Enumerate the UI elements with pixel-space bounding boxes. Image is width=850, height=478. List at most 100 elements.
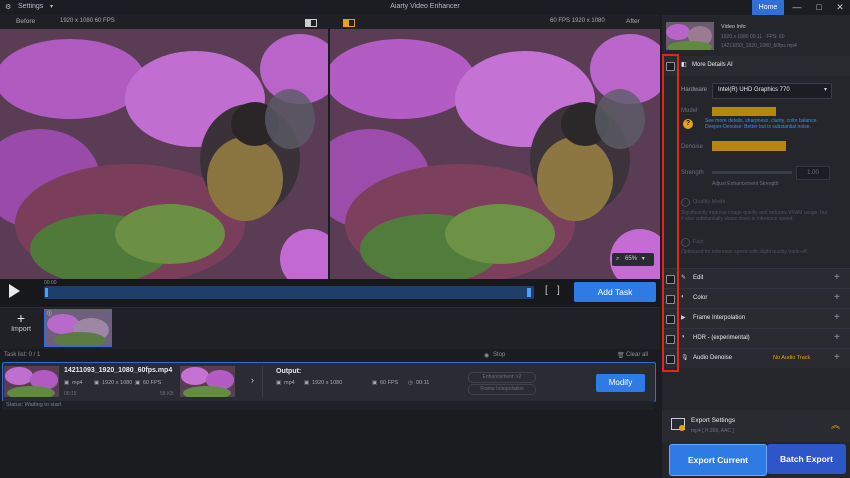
output-format: mp4 (284, 380, 295, 386)
after-resolution: 60 FPS 1920 x 1080 (550, 18, 605, 24)
strength-label: Strength (681, 170, 704, 176)
trash-icon[interactable]: 🗑 (617, 352, 625, 359)
task-source-thumbnail (4, 366, 59, 397)
denoise-label: Denoise (681, 144, 704, 150)
palette-icon: ◐ (681, 294, 685, 300)
video-info-title: Video Info (721, 24, 746, 30)
video-info-specs: 1920 x 1080 00:11 · FPS: 60 (721, 34, 785, 40)
expand-plus-icon[interactable]: + (834, 352, 840, 363)
resolution-icon: ▣ (304, 380, 310, 386)
maximize-button[interactable]: □ (808, 0, 830, 15)
output-duration: 00:11 (416, 380, 430, 386)
before-resolution: 1920 x 1080 60 FPS (60, 18, 115, 24)
double-chevron-up-icon[interactable]: ︽ (831, 418, 840, 431)
export-settings-panel[interactable]: Export Settings mp4 [ H.265, AAC ] ︽ (662, 410, 850, 442)
frames-icon: ▶ (681, 315, 686, 321)
microphone-icon: 🎙 (681, 355, 689, 361)
output-resolution: 1920 x 1080 (312, 380, 343, 386)
batch-export-button[interactable]: Batch Export (767, 444, 846, 474)
section-hdr[interactable]: ◑ HDR - (experimental) + (662, 328, 850, 348)
strength-value[interactable]: 1.00 (796, 166, 830, 180)
video-info-thumbnail (666, 22, 714, 50)
task-output-thumbnail (180, 366, 235, 397)
source-format: mp4 (72, 380, 83, 386)
zoom-level: 65% (625, 256, 638, 262)
app-title: Aiarty Video Enhancer (390, 3, 460, 10)
close-button[interactable]: ✕ (829, 0, 850, 15)
model-label: Model (681, 108, 698, 114)
more-details-section[interactable] (662, 56, 850, 76)
add-task-button[interactable]: Add Task (574, 282, 656, 302)
after-image (330, 29, 660, 279)
output-fps: 60 FPS (380, 380, 399, 386)
fps-icon: ▣ (372, 380, 378, 386)
quality-mode-desc: Significantly improve image quality and … (681, 210, 828, 222)
section-label: Color (693, 295, 708, 301)
resolution-icon: ▣ (94, 380, 100, 386)
media-thumbnail[interactable] (44, 309, 112, 347)
export-settings-summary: mp4 [ H.265, AAC ] (691, 428, 734, 434)
denoise-bar[interactable] (712, 141, 786, 151)
section-color[interactable]: ◐ Color + (662, 288, 850, 308)
expand-plus-icon[interactable]: + (834, 312, 840, 323)
chip-enhancement: Enhancement: x2 (468, 372, 536, 383)
play-icon[interactable] (9, 284, 20, 298)
split-view-icon[interactable] (305, 19, 317, 27)
section-frame-interpolation[interactable]: ▶ Frame Interpolation + (662, 308, 850, 328)
import-button[interactable]: + Import (4, 310, 38, 346)
section-label: HDR - (experimental) (693, 335, 750, 341)
expand-plus-icon[interactable]: + (834, 292, 840, 303)
quality-mode-radio[interactable] (681, 198, 690, 207)
set-in-point[interactable]: [ (545, 285, 548, 296)
chip-frame-interpolation: Frame Interpolation (468, 384, 536, 395)
chevron-right-icon: › (251, 375, 254, 385)
help-icon[interactable]: ? (683, 119, 693, 129)
fast-mode-desc: Optimized for inference speed with sligh… (681, 249, 809, 255)
model-hint[interactable]: See more details, sharpness, clarity, co… (705, 118, 833, 134)
video-icon: ▣ (64, 380, 70, 386)
task-list-empty-area (0, 411, 660, 478)
source-duration: 00:15 (64, 391, 77, 397)
title-bar: ⚙ Settings ▾ Aiarty Video Enhancer Home … (0, 0, 850, 15)
after-label: After (626, 18, 640, 25)
section-audio-denoise[interactable]: 🎙 Audio Denoise No Audio Track + (662, 348, 850, 368)
settings-badge-icon (679, 425, 685, 431)
task-count: Task list: 0 / 1 (4, 352, 41, 358)
expand-plus-icon[interactable]: + (834, 332, 840, 343)
side-by-side-icon[interactable] (343, 19, 355, 27)
before-preview (0, 29, 328, 279)
section-label: Frame Interpolation (693, 315, 746, 321)
ai-enhance-icon: ◧ (681, 62, 687, 68)
strength-slider[interactable] (712, 171, 792, 174)
model-bar[interactable] (712, 107, 776, 116)
export-current-button[interactable]: Export Current (669, 444, 767, 476)
home-button[interactable]: Home (752, 0, 784, 15)
modify-button[interactable]: Modify (596, 374, 645, 392)
fps-icon: ▣ (135, 380, 141, 386)
divider (262, 366, 263, 397)
fast-mode-radio[interactable] (681, 238, 690, 247)
zoom-control[interactable]: ⌕ 65% ▾ (612, 253, 654, 266)
stop-icon[interactable]: ◉ (484, 352, 489, 359)
expand-plus-icon[interactable]: + (834, 272, 840, 283)
task-filename: 14211093_1920_1080_60fps.mp4 (64, 367, 173, 374)
preview-label-bar: Before 1920 x 1080 60 FPS 60 FPS 1920 x … (0, 15, 660, 29)
zoom-search-icon: ⌕ (616, 256, 620, 262)
trim-end-handle[interactable] (527, 288, 531, 297)
hardware-label: Hardware (681, 87, 708, 93)
minimize-button[interactable]: — (786, 0, 808, 15)
stop-button[interactable]: Stop (493, 352, 505, 358)
hardware-select[interactable]: Intel(R) UHD Graphics 770 ▾ (712, 83, 832, 99)
output-label: Output: (276, 368, 302, 375)
source-resolution: 1920 x 1080 (102, 380, 133, 386)
timeline-track[interactable] (44, 286, 534, 299)
trim-start-handle[interactable] (45, 288, 48, 297)
section-edit[interactable]: ✎ Edit + (662, 268, 850, 288)
set-out-point[interactable]: ] (557, 285, 560, 296)
info-icon[interactable]: ⓘ (47, 310, 52, 317)
video-info-filename: 14211093_1920_1080_60fps.mp4 (721, 43, 797, 49)
after-preview: ⌕ 65% ▾ (330, 29, 660, 279)
section-label: Edit (693, 275, 704, 281)
clear-all-button[interactable]: Clear all (626, 352, 648, 358)
task-status-bar: Status: Waiting to start (2, 401, 654, 410)
